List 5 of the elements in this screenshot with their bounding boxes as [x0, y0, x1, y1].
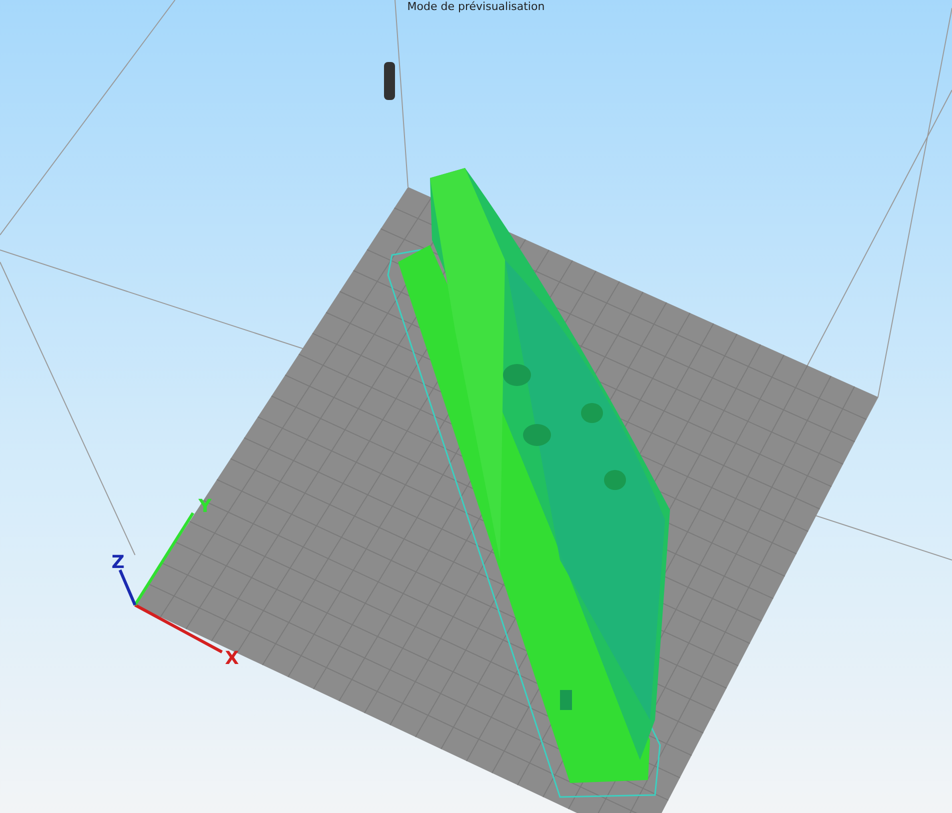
axis-label: Z [111, 552, 125, 573]
axis-label: Y [198, 496, 212, 517]
axis-label: X [225, 648, 239, 669]
viewport-title: Mode de prévisualisation [406, 0, 546, 13]
nozzle-drawing [384, 62, 395, 100]
